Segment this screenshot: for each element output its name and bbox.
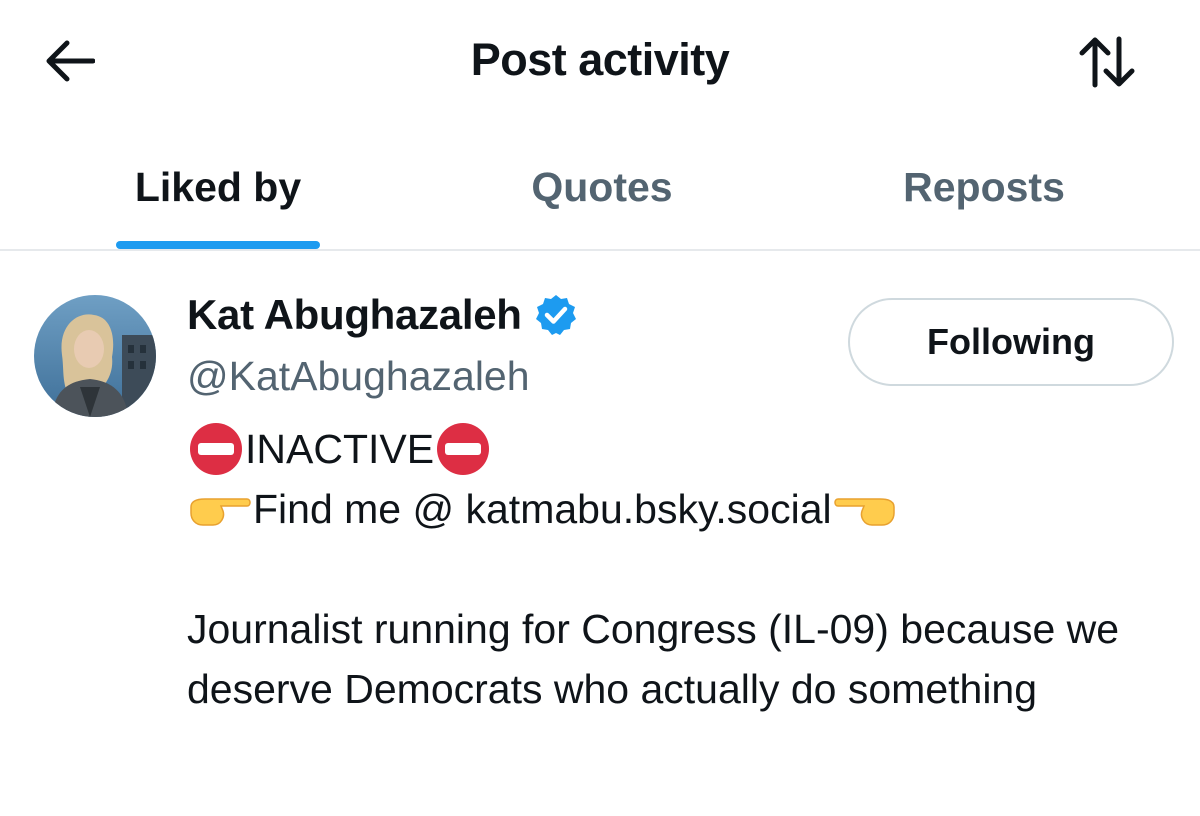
following-button[interactable]: Following: [848, 298, 1174, 386]
avatar[interactable]: [34, 295, 156, 417]
bio-find-me-text[interactable]: Find me @ katmabu.bsky.social: [253, 479, 832, 539]
bio-spacer: [187, 539, 1177, 599]
bio-line-status: INACTIVE: [187, 419, 1177, 479]
display-name[interactable]: Kat Abughazaleh: [187, 291, 522, 339]
no-entry-emoji-icon: [437, 423, 490, 475]
user-bio: INACTIVE Find me @ katmabu.bsky.social J…: [187, 419, 1177, 719]
user-handle[interactable]: @KatAbughazaleh: [187, 353, 530, 400]
page-title: Post activity: [470, 34, 730, 85]
post-activity-screen: Post activity Liked by Quotes Reposts Ka…: [0, 0, 1200, 816]
sort-button[interactable]: [1072, 30, 1142, 94]
bio-inactive-text: INACTIVE: [245, 426, 435, 472]
verified-badge-icon: [535, 295, 576, 335]
active-tab-indicator: [116, 241, 320, 249]
tab-reposts[interactable]: Reposts: [846, 125, 1122, 249]
tab-quotes[interactable]: Quotes: [460, 125, 744, 249]
pointing-left-emoji-icon: [833, 498, 895, 526]
sort-arrows-icon: [1079, 36, 1135, 88]
no-entry-emoji-icon: [190, 423, 242, 475]
header: Post activity: [0, 0, 1200, 125]
bio-line-find-me: Find me @ katmabu.bsky.social: [187, 479, 1177, 539]
tab-liked-by[interactable]: Liked by: [90, 125, 346, 249]
bio-description: Journalist running for Congress (IL-09) …: [187, 606, 1120, 712]
pointing-right-emoji-icon: [190, 498, 251, 526]
display-name-row: Kat Abughazaleh: [187, 291, 578, 339]
tab-bar: Liked by Quotes Reposts: [0, 125, 1200, 251]
avatar-image: [34, 295, 156, 417]
user-list-item[interactable]: Kat Abughazaleh @KatAbughazaleh Followin…: [0, 251, 1200, 816]
